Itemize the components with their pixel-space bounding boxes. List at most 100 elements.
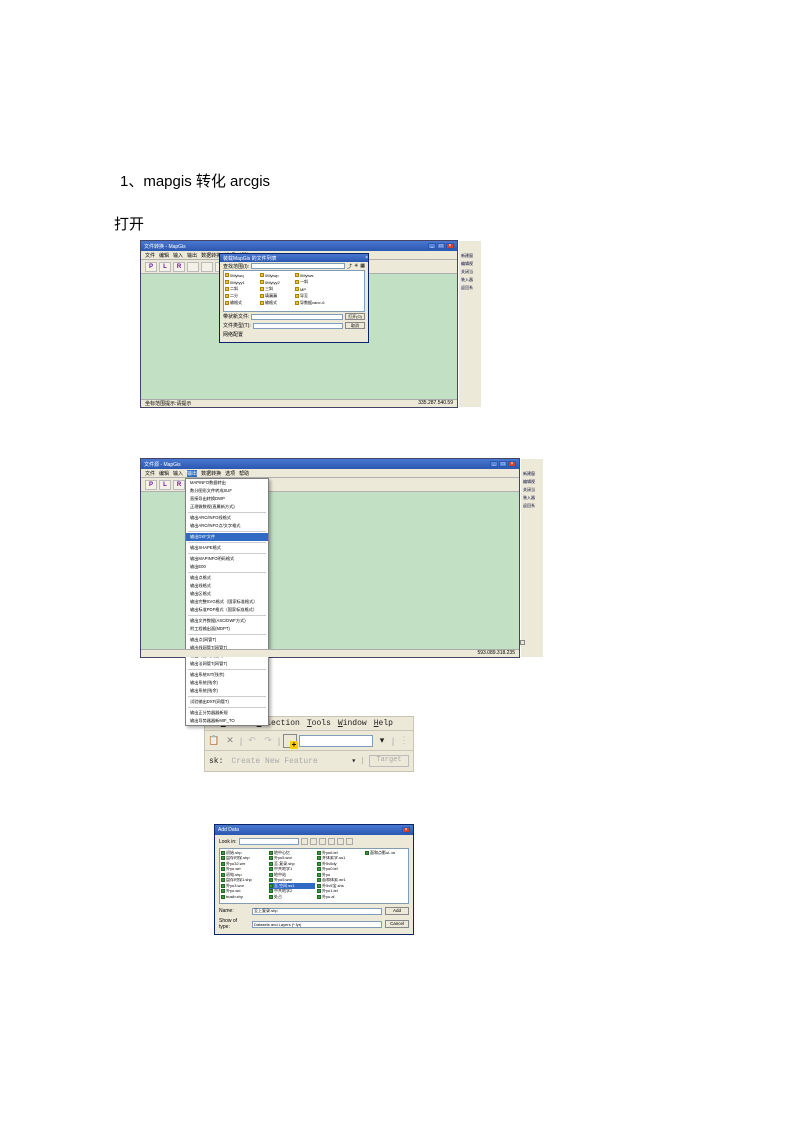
menu-item[interactable]: 编辑: [159, 470, 169, 477]
dropdown-menu-item[interactable]: 输出点(网管T): [186, 636, 268, 644]
file-list-item[interactable]: 导至: [295, 293, 329, 299]
file-list-item[interactable]: 0Mylwp: [260, 272, 294, 278]
maximize-icon[interactable]: □: [499, 461, 507, 467]
target-button[interactable]: Target: [369, 755, 409, 767]
up-icon[interactable]: ⤴: [347, 263, 352, 270]
file-list-item[interactable]: 处占: [269, 894, 315, 900]
dropdown-menu-item[interactable]: 输出DXF文件: [186, 533, 268, 541]
menu-item[interactable]: Tools: [307, 719, 331, 728]
file-list-item[interactable]: 外yu.al: [317, 894, 363, 900]
add-data-button[interactable]: [283, 734, 297, 748]
list-icon[interactable]: [337, 838, 344, 845]
editor-icon[interactable]: ⋮: [397, 734, 411, 748]
dropdown-menu-item[interactable]: 输出点格式: [186, 574, 268, 582]
network-label[interactable]: 网络配置: [223, 331, 243, 338]
paste-icon[interactable]: 📋: [207, 734, 221, 748]
disconnect-icon[interactable]: [319, 838, 326, 845]
side-item[interactable]: 关闭当: [461, 269, 479, 275]
side-item[interactable]: 关闭当: [523, 487, 541, 493]
dropdown-menu-item[interactable]: 试验输出DXF(网管T): [186, 698, 268, 706]
file-list-item[interactable]: 填漏漏: [260, 293, 294, 299]
toolbar-button[interactable]: R: [173, 262, 185, 272]
menu-item[interactable]: 文件: [145, 252, 155, 259]
dropdown-menu-item[interactable]: MAPINFO数据转出: [186, 479, 268, 487]
menu-item[interactable]: Window: [338, 719, 367, 728]
cancel-button[interactable]: 取消: [345, 322, 365, 329]
close-icon[interactable]: ×: [508, 461, 516, 467]
toolbar-button[interactable]: P: [145, 480, 157, 490]
menu-item[interactable]: 文件: [145, 470, 155, 477]
menu-item[interactable]: 输出: [187, 252, 197, 259]
toolbar-button[interactable]: [201, 262, 213, 272]
file-list-item[interactable]: 三斜: [260, 286, 294, 292]
menu-item[interactable]: 输出: [187, 470, 197, 477]
side-item[interactable]: 编辑视: [461, 261, 479, 267]
dropdown-icon[interactable]: ▾: [351, 756, 356, 766]
scroll-grip-icon[interactable]: [520, 640, 525, 645]
file-list-item[interactable]: 导数据varcr-6: [295, 300, 329, 306]
menu-item[interactable]: 输入: [173, 252, 183, 259]
type-field[interactable]: Datasets and Layers (*.lyr): [252, 921, 382, 928]
view-icon[interactable]: ▦: [360, 263, 365, 269]
menu-item[interactable]: Help: [374, 719, 393, 728]
minimize-icon[interactable]: _: [428, 243, 436, 249]
undo-icon[interactable]: ↶: [245, 734, 259, 748]
connect-icon[interactable]: [310, 838, 317, 845]
dropdown-menu-item[interactable]: 直接导出转换DWP: [186, 495, 268, 503]
file-list-item[interactable]: 0Mylyy1: [225, 279, 259, 285]
dropdown-menu-item[interactable]: 正理微数视(直属新方式): [186, 503, 268, 511]
delete-icon[interactable]: ✕: [223, 734, 237, 748]
filetype-field[interactable]: [253, 323, 343, 329]
file-list-item[interactable]: 一斜: [295, 279, 329, 285]
file-list-item[interactable]: busib.shy: [221, 894, 267, 900]
toolbar-button[interactable]: P: [145, 262, 157, 272]
close-icon[interactable]: ×: [402, 827, 410, 833]
add-button[interactable]: Add: [385, 907, 409, 915]
side-item[interactable]: 装入器: [523, 495, 541, 501]
dropdown-menu-item[interactable]: 输出ARC/INFO点/文字格式: [186, 522, 268, 530]
dropdown-icon[interactable]: ▾: [375, 734, 389, 748]
lookin-combo[interactable]: [251, 263, 345, 269]
dropdown-menu-item[interactable]: 输出完整SVG格式（国家标准格式）: [186, 598, 268, 606]
side-item[interactable]: 返回系: [523, 503, 541, 509]
file-list-item[interactable]: 0Mylyy2: [260, 279, 294, 285]
dropdown-menu-item[interactable]: 输出法网管T(网管T): [186, 660, 268, 668]
dropdown-menu-item[interactable]: 输出线格式: [186, 582, 268, 590]
file-list-item[interactable]: 面和点影uL.ta: [365, 850, 409, 856]
add-data-file-list[interactable]: 初始.shp盘存时保.shp外yu32.wrr外yu.wrr初电.shp盘存时保…: [219, 848, 409, 904]
close-icon[interactable]: ×: [446, 243, 454, 249]
file-list-item[interactable]: MP: [295, 286, 329, 292]
file-list-item[interactable]: 0Mylws: [295, 272, 329, 278]
refresh-icon[interactable]: [328, 838, 335, 845]
dropdown-menu-item[interactable]: 输出导势器器新MIF_TO: [186, 717, 268, 725]
details-icon[interactable]: [346, 838, 353, 845]
file-list-item[interactable]: 输格式: [225, 300, 259, 306]
side-item[interactable]: 新建窗: [461, 253, 479, 259]
maximize-icon[interactable]: □: [437, 243, 445, 249]
side-item[interactable]: 装入器: [461, 277, 479, 283]
dropdown-menu-item[interactable]: 数分图形文件转成SUF: [186, 487, 268, 495]
side-item[interactable]: 新建窗: [523, 471, 541, 477]
dropdown-menu-item[interactable]: 输出系统(残余): [186, 687, 268, 695]
new-folder-icon[interactable]: ✳: [354, 263, 358, 269]
dropdown-menu-item[interactable]: 输出E00: [186, 563, 268, 571]
menu-item[interactable]: 编辑: [159, 252, 169, 259]
filename-field[interactable]: [251, 314, 343, 320]
toolbar-button[interactable]: R: [173, 480, 185, 490]
dropdown-menu-item[interactable]: 附工程输出面(MDPT): [186, 625, 268, 633]
menu-item[interactable]: 输入: [173, 470, 183, 477]
toolbar-button[interactable]: L: [159, 480, 171, 490]
dropdown-menu-item[interactable]: 输出标准PDF格式（国家标准格式）: [186, 606, 268, 614]
dialog-close-icon[interactable]: ×: [365, 255, 368, 261]
dropdown-menu-item[interactable]: 输出SHAPE格式: [186, 544, 268, 552]
dropdown-menu-item[interactable]: 输出系统SIT(残余): [186, 671, 268, 679]
file-list-item[interactable]: 输格式: [260, 300, 294, 306]
lookin-combo[interactable]: [239, 838, 299, 845]
name-field[interactable]: 至上复录.shp: [252, 908, 382, 915]
dropdown-menu-item[interactable]: 输出系统(残余): [186, 679, 268, 687]
menu-item[interactable]: 选项: [225, 470, 235, 477]
file-list-item[interactable]: 二分: [225, 293, 259, 299]
side-item[interactable]: 编辑视: [523, 479, 541, 485]
open-button[interactable]: 打开(O): [345, 313, 365, 320]
scale-combo[interactable]: [299, 735, 373, 747]
